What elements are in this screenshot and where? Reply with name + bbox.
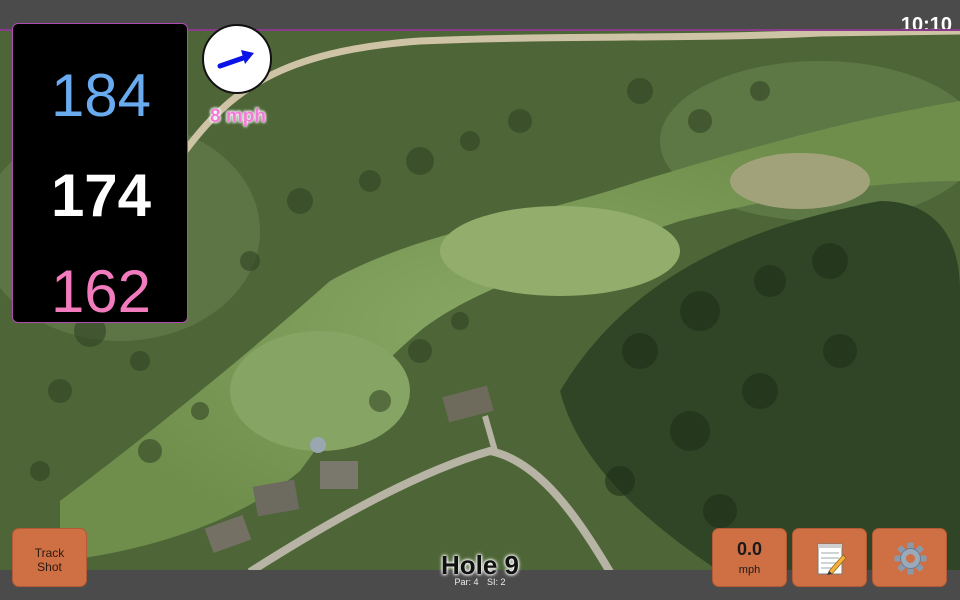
hole-par: Par: 4: [454, 577, 479, 587]
track-shot-label-line2: Shot: [37, 560, 62, 574]
wind-speed-label: 8 mph: [210, 106, 266, 127]
notes-button[interactable]: [792, 528, 867, 587]
speed-unit: mph: [738, 564, 761, 576]
speed-value: 0.0: [736, 539, 763, 559]
track-shot-button[interactable]: Track Shot: [12, 528, 87, 587]
notepad-icon: [817, 543, 847, 575]
app-screen: 10:10 184 174 162 8 mph Track Shot Hole …: [0, 0, 960, 600]
wind-arrow-icon: [217, 50, 254, 69]
speed-button[interactable]: 0.0 mph: [712, 528, 787, 587]
distance-panel: 184 174 162: [12, 23, 188, 323]
hole-si: SI: 2: [487, 577, 506, 587]
settings-button[interactable]: [872, 528, 947, 587]
front-distance: 162: [50, 258, 152, 325]
center-distance: 174: [50, 162, 152, 229]
track-shot-label-line1: Track: [34, 546, 65, 560]
back-distance: 184: [50, 62, 152, 129]
hole-meta: Par: 4 SI: 2: [430, 577, 530, 587]
gear-icon: [894, 542, 927, 575]
wind-indicator: [202, 24, 272, 94]
